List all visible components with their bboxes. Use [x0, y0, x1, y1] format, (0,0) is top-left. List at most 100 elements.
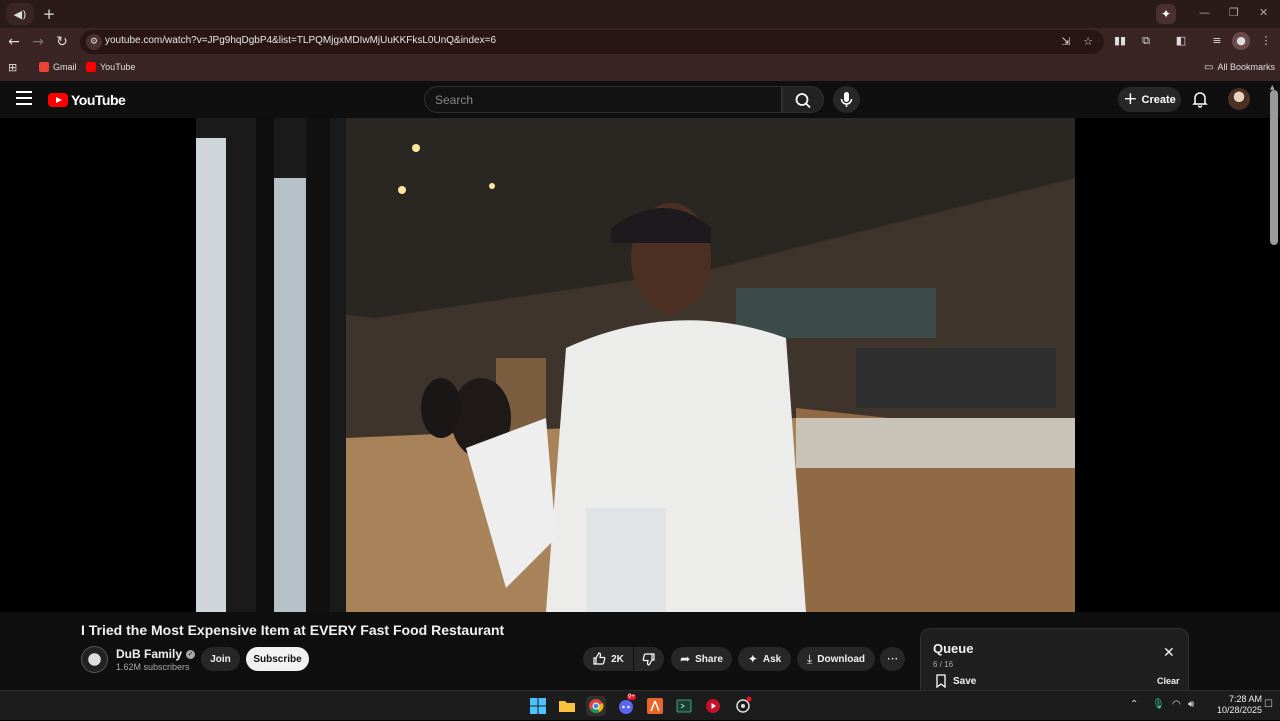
browser-toolbar: ← → ↻ ⚙ youtube.com/watch?v=JPg9hqDgbP4&… — [0, 28, 1280, 56]
sparkle-icon: ✦ — [747, 652, 758, 666]
media-control-icon[interactable]: ≡ — [1208, 32, 1226, 50]
windows-taskbar: 9+ ⌃ 🎙︎ ◠ 🔊︎ 7:28 AM 10/28/2025 ☐ — [0, 690, 1280, 720]
close-window-icon[interactable]: ✕ — [1259, 6, 1268, 19]
active-tab[interactable]: ◀︎) — [6, 3, 34, 25]
queue-close-icon[interactable]: ✕ — [1163, 645, 1175, 661]
account-avatar[interactable] — [1228, 88, 1250, 110]
join-button[interactable]: Join — [201, 647, 240, 671]
page-scrollbar[interactable] — [1270, 90, 1278, 245]
discord-icon[interactable]: 9+ — [616, 694, 636, 716]
download-label: Download — [817, 653, 866, 665]
bell-icon — [1192, 92, 1208, 108]
queue-position: 6 / 16 — [933, 660, 954, 669]
gemini-icon[interactable]: ✦ — [1156, 4, 1176, 24]
ask-label: Ask — [762, 653, 782, 665]
ask-button[interactable]: ✦ Ask — [738, 647, 791, 671]
bookmark-icon — [936, 674, 946, 688]
bookmark-label: Gmail — [53, 62, 77, 72]
profile-icon[interactable]: ● — [1232, 32, 1250, 50]
like-button[interactable]: 2K — [583, 647, 633, 671]
browser-chrome: ◀︎) + ✦ — ❐ ✕ ← → ↻ ⚙ youtube.com/watch?… — [0, 0, 1280, 81]
microphone-icon — [840, 92, 853, 107]
forward-icon[interactable]: → — [28, 32, 48, 52]
notifications-button[interactable] — [1191, 90, 1209, 108]
system-clock[interactable]: 7:28 AM 10/28/2025 — [1202, 694, 1262, 716]
create-button[interactable]: + Create — [1118, 87, 1181, 112]
channel-name[interactable]: DuB Family ✓ — [116, 647, 196, 661]
search-input[interactable]: Search — [424, 86, 782, 113]
queue-panel: Queue 6 / 16 ✕ Save Clear — [920, 628, 1189, 690]
notification-center-icon[interactable]: ☐ — [1264, 699, 1273, 710]
share-label: Share — [695, 653, 723, 665]
search-placeholder: Search — [435, 93, 474, 107]
app-orange-icon[interactable] — [645, 696, 665, 716]
site-info-icon[interactable]: ⚙ — [86, 34, 102, 50]
address-bar[interactable]: ⚙ youtube.com/watch?v=JPg9hqDgbP4&list=T… — [80, 30, 1104, 54]
restore-icon[interactable]: ❐ — [1229, 6, 1239, 19]
chrome-icon[interactable] — [586, 696, 606, 716]
queue-save-button[interactable]: Save — [935, 674, 976, 688]
windows-start-icon[interactable] — [528, 696, 548, 716]
folder-icon: ▭ — [1204, 61, 1214, 73]
bookmark-label: YouTube — [100, 62, 136, 72]
bookmark-star-icon[interactable]: ☆ — [1080, 34, 1096, 50]
download-button[interactable]: ⤓ Download — [797, 647, 875, 671]
share-arrow-icon: ➦ — [680, 652, 691, 666]
thumbs-up-icon — [593, 652, 606, 665]
logo-text: YouTube — [71, 92, 126, 108]
gmail-icon — [39, 62, 49, 72]
subscribe-button[interactable]: Subscribe — [246, 647, 309, 671]
queue-clear-button[interactable]: Clear — [1157, 676, 1180, 686]
volume-icon[interactable]: 🔊︎ — [1188, 699, 1194, 710]
queue-save-label: Save — [953, 675, 977, 687]
clock-time: 7:28 AM — [1228, 694, 1262, 704]
tab-strip: ◀︎) + ✦ — ❐ ✕ — [0, 0, 1280, 28]
bookmark-youtube[interactable]: YouTube — [86, 60, 135, 74]
split-view-icon[interactable]: ◧ — [1172, 32, 1190, 50]
more-actions-button[interactable]: ··· — [880, 647, 905, 671]
new-tab-button[interactable]: + — [40, 5, 58, 23]
terminal-icon[interactable] — [674, 696, 694, 716]
all-bookmarks[interactable]: ▭ All Bookmarks — [1204, 60, 1275, 74]
install-app-icon[interactable]: ⇲ — [1058, 34, 1074, 50]
discord-badge: 9+ — [627, 694, 636, 700]
puzzle-icon[interactable]: ⧉ — [1137, 32, 1155, 50]
bookmarks-bar: ⊞ Gmail YouTube ▭ All Bookmarks — [0, 56, 1280, 78]
extension-icon[interactable]: ▮▮ — [1111, 32, 1129, 50]
video-player[interactable] — [196, 118, 1075, 612]
channel-name-text: DuB Family — [116, 647, 183, 661]
wifi-icon[interactable]: ◠ — [1172, 699, 1181, 710]
url-text[interactable]: youtube.com/watch?v=JPg9hqDgbP4&list=TLP… — [105, 35, 496, 46]
tray-overflow-icon[interactable]: ⌃ — [1130, 699, 1138, 710]
share-button[interactable]: ➦ Share — [671, 647, 732, 671]
youtube-header: YouTube Search + Create — [0, 81, 1280, 118]
youtube-logo[interactable]: YouTube — [48, 92, 126, 108]
join-label: Join — [210, 653, 231, 665]
voice-search-button[interactable] — [833, 86, 860, 113]
menu-icon[interactable]: ⋮ — [1257, 32, 1275, 50]
search-button[interactable] — [782, 86, 824, 113]
subscribe-label: Subscribe — [253, 653, 302, 665]
back-icon[interactable]: ← — [4, 32, 24, 52]
settings-app-icon[interactable] — [733, 696, 753, 716]
verified-check-icon: ✓ — [186, 649, 196, 659]
plus-icon: + — [1123, 89, 1138, 109]
file-explorer-icon[interactable] — [557, 696, 577, 716]
minimize-icon[interactable]: — — [1199, 6, 1210, 19]
download-icon: ⤓ — [806, 651, 813, 666]
dislike-button[interactable] — [634, 647, 664, 671]
reload-icon[interactable]: ↻ — [52, 32, 72, 52]
like-count: 2K — [611, 653, 624, 665]
hamburger-menu-icon[interactable] — [16, 91, 32, 107]
bookmark-gmail[interactable]: Gmail — [39, 60, 77, 74]
tray-mic-icon[interactable]: 🎙︎ — [1152, 699, 1165, 710]
apps-grid-icon[interactable]: ⊞ — [8, 60, 17, 74]
search-icon — [795, 93, 811, 109]
media-player-icon[interactable] — [703, 696, 723, 716]
subscriber-count: 1.62M subscribers — [116, 662, 190, 672]
more-horizontal-icon: ··· — [886, 652, 899, 666]
video-title: I Tried the Most Expensive Item at EVERY… — [81, 622, 505, 638]
thumbs-down-icon — [642, 653, 655, 666]
channel-avatar[interactable] — [81, 646, 108, 673]
youtube-play-icon — [48, 93, 68, 107]
